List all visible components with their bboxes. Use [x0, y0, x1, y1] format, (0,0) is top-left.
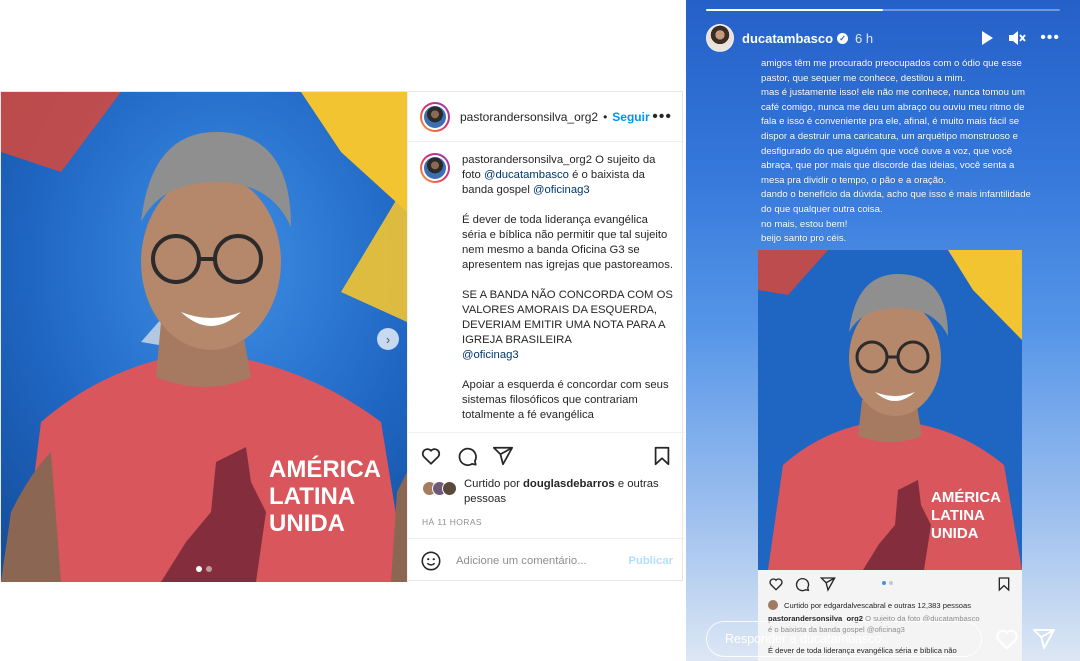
story-progress-bar [706, 9, 1060, 11]
story-time: 6 h [855, 30, 874, 46]
story-text-line: no mais, estou bem! [761, 218, 848, 230]
story-text-line: dispor a destruir uma caricatura, um arq… [761, 130, 1019, 142]
author-username[interactable]: pastorandersonsilva_org2 [460, 110, 598, 124]
story-send-icon[interactable] [1032, 627, 1056, 651]
story-text-line: abraça, que por mais que discorde das id… [761, 160, 1015, 172]
bookmark-icon[interactable] [651, 445, 673, 467]
instagram-post: AMÉRICA LATINA UNIDA › pastorandersonsil… [0, 91, 685, 582]
follow-button[interactable]: Seguir [612, 110, 649, 124]
story-reply-input[interactable]: Responder a ducatambasco... [706, 621, 982, 657]
comment-icon[interactable] [456, 445, 478, 467]
liker-avatars [422, 481, 457, 496]
verified-badge-icon: ✓ [837, 32, 849, 44]
story-text-line: fala e isso é conveniente pra ele, afina… [761, 116, 1020, 128]
story-header: ducatambasco ✓ 6 h ••• [706, 22, 1060, 54]
shared-carousel-dots [882, 581, 893, 585]
carousel-next-button[interactable]: › [377, 328, 399, 350]
story-progress-fill [706, 9, 883, 11]
story-text-overlay: amigos têm me procurado preocupados com … [761, 57, 1035, 247]
shared-post-photo: AMÉRICA LATINA UNIDA [758, 250, 1022, 570]
shared-share-icon [820, 577, 836, 592]
caption-paragraph-2: É dever de toda liderança evangélica sér… [462, 214, 673, 271]
shared-heart-icon [769, 578, 783, 591]
share-icon[interactable] [492, 445, 514, 467]
shared-shirt-text-2: LATINA [931, 507, 985, 524]
caption-username[interactable]: pastorandersonsilva_org2 [462, 154, 592, 166]
shared-post-card[interactable]: AMÉRICA LATINA UNIDA Curtido por edgarda… [758, 250, 1022, 661]
shirt-text-1: AMÉRICA [269, 455, 381, 483]
comment-bar: Adicione um comentário... Publicar [408, 538, 685, 582]
story-text-line: dando o benefício da dúvida, acho que is… [761, 189, 1031, 201]
story-text-line: desfigurado do que alguém que você ouve … [761, 145, 1013, 157]
story-text-line: amigos têm me procurado preocupados com … [761, 58, 1022, 69]
shared-photo-illustration: AMÉRICA LATINA UNIDA [758, 250, 1022, 570]
separator-dot: • [603, 109, 608, 124]
story-text-line: pastor, que sequer me conhece, destilou … [761, 72, 966, 84]
caption-text: pastorandersonsilva_org2 O sujeito da fo… [462, 153, 673, 430]
heart-icon[interactable] [420, 445, 442, 467]
caption-paragraph-4: Apoiar a esquerda é concordar com seus s… [462, 379, 669, 421]
mention-oficinag3-2[interactable]: @oficinag3 [462, 349, 519, 361]
post-photo[interactable]: AMÉRICA LATINA UNIDA › [1, 92, 407, 582]
shirt-text-2: LATINA [269, 483, 355, 510]
story-text-line: café comigo, nunca me deu um abraço ou o… [761, 101, 1025, 113]
liked-prefix: Curtido por [464, 478, 520, 490]
post-header: pastorandersonsilva_org2 • Seguir ••• [408, 92, 684, 142]
mention-oficinag3[interactable]: @oficinag3 [533, 184, 590, 196]
post-timestamp[interactable]: HÁ 11 HORAS [408, 507, 685, 527]
story-avatar[interactable] [706, 24, 734, 52]
screenshot-composite: AMÉRICA LATINA UNIDA › pastorandersonsil… [0, 0, 1080, 661]
story-more-icon[interactable]: ••• [1040, 29, 1060, 47]
post-actions: Curtido por douglasdebarros e outras pes… [408, 432, 685, 582]
shared-likes: Curtido por edgardalvescabral e outras 1… [768, 600, 971, 610]
caption-avatar[interactable] [420, 153, 450, 183]
likes-summary: Curtido por douglasdebarros e outras pes… [408, 467, 685, 507]
carousel-dots [196, 566, 212, 572]
shared-liked-line: Curtido por edgardalvescabral e outras 1… [784, 600, 972, 610]
play-icon[interactable] [980, 30, 994, 46]
shared-shirt-text-1: AMÉRICA [931, 489, 1001, 506]
mute-icon[interactable] [1008, 30, 1026, 46]
carousel-dot-active [196, 566, 202, 572]
story-text-line: mesa pra dividir o tempo, o pão e a oraç… [761, 174, 947, 186]
shared-shirt-text-3: UNIDA [931, 525, 979, 542]
story-text-line: beijo santo pro céis. [761, 233, 847, 245]
more-options-icon[interactable]: ••• [652, 108, 672, 126]
caption-paragraph-3: SE A BANDA NÃO CONCORDA COM OS VALORES A… [462, 289, 673, 346]
emoji-icon[interactable] [420, 550, 442, 572]
story-text-line: mas é justamente isso! ele não me conhec… [761, 87, 1025, 99]
shirt-text-3: UNIDA [269, 510, 345, 537]
publish-button[interactable]: Publicar [628, 555, 673, 567]
reply-placeholder: Responder a ducatambasco... [725, 632, 892, 646]
shared-bookmark-icon [998, 577, 1010, 592]
liked-user[interactable]: douglasdebarros [523, 478, 615, 490]
story-username[interactable]: ducatambasco [742, 31, 833, 46]
post-details-panel: pastorandersonsilva_org2 • Seguir ••• pa… [407, 92, 685, 582]
post-caption: pastorandersonsilva_org2 O sujeito da fo… [408, 143, 685, 430]
instagram-story: ducatambasco ✓ 6 h ••• amigos têm me pro… [686, 0, 1080, 661]
mention-ducatambasco[interactable]: @ducatambasco [484, 169, 569, 181]
story-text-line: do que qualquer outra coisa. [761, 203, 883, 215]
carousel-dot [206, 566, 212, 572]
shared-comment-icon [795, 578, 810, 592]
comment-input[interactable]: Adicione um comentário... [456, 555, 628, 567]
photo-illustration: AMÉRICA LATINA UNIDA [1, 92, 407, 582]
story-like-heart-icon[interactable] [994, 626, 1020, 652]
author-avatar[interactable] [420, 101, 450, 132]
